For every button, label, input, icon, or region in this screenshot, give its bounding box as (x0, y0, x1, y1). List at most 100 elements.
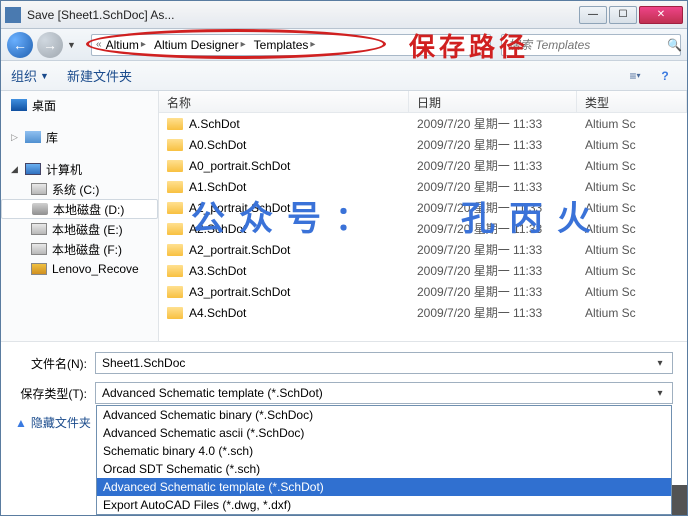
app-icon (5, 7, 21, 23)
file-name: A0_portrait.SchDot (189, 159, 290, 173)
sidebar-drive-recovery[interactable]: Lenovo_Recove (1, 259, 158, 279)
file-icon (167, 307, 183, 319)
table-row[interactable]: A0_portrait.SchDot 2009/7/20 星期一 11:33Alt… (159, 155, 687, 176)
sidebar-computer[interactable]: ◢计算机 (1, 159, 158, 179)
chevron-down-icon[interactable]: ▾ (652, 358, 668, 369)
table-row[interactable]: A3.SchDot 2009/7/20 星期一 11:33Altium Sc (159, 260, 687, 281)
file-icon (167, 286, 183, 298)
filetype-option[interactable]: Schematic binary 4.0 (*.sch) (97, 442, 671, 460)
file-date: 2009/7/20 星期一 11:33 (409, 178, 577, 195)
sidebar-drive-d[interactable]: 本地磁盘 (D:) (1, 199, 158, 219)
filetype-option[interactable]: Orcad SDT Schematic (*.sch) (97, 460, 671, 478)
file-type: Altium Sc (577, 117, 687, 131)
sidebar: 桌面 ▷库 ◢计算机 系统 (C:) 本地磁盘 (D:) 本地磁盘 (E:) 本… (1, 91, 159, 341)
table-row[interactable]: A3_portrait.SchDot2009/7/20 星期一 11:33Alt… (159, 281, 687, 302)
forward-button[interactable]: → (37, 32, 63, 58)
file-type: Altium Sc (577, 180, 687, 194)
chevron-up-icon: ▲ (15, 416, 27, 430)
filetype-combo[interactable]: Advanced Schematic template (*.SchDot) ▾… (95, 382, 673, 404)
filetype-option[interactable]: Advanced Schematic template (*.SchDot) (97, 478, 671, 496)
file-icon (167, 244, 183, 256)
sidebar-drive-e[interactable]: 本地磁盘 (E:) (1, 219, 158, 239)
close-button[interactable]: ✕ (639, 6, 683, 24)
toolbar: 组织 ▼ 新建文件夹 ≡ ▾ ? (1, 61, 687, 91)
history-dropdown[interactable]: ▼ (67, 40, 81, 50)
titlebar: Save [Sheet1.SchDoc] As... — ☐ ✕ (1, 1, 687, 29)
file-date: 2009/7/20 星期一 11:33 (409, 157, 577, 174)
file-name: A.SchDot (189, 117, 240, 131)
search-box[interactable]: 🔍 (501, 34, 681, 56)
file-date: 2009/7/20 星期一 11:33 (409, 136, 577, 153)
file-icon (167, 160, 183, 172)
sidebar-drive-f[interactable]: 本地磁盘 (F:) (1, 239, 158, 259)
file-icon (167, 202, 183, 214)
file-name: A4.SchDot (189, 306, 246, 320)
sidebar-drive-c[interactable]: 系统 (C:) (1, 179, 158, 199)
table-row[interactable]: A2_portrait.SchDot2009/7/20 星期一 11:33Alt… (159, 239, 687, 260)
file-name: A0.SchDot (189, 138, 246, 152)
breadcrumb[interactable]: « Altium▸ Altium Designer▸ Templates▸ (91, 34, 491, 56)
save-as-dialog: Save [Sheet1.SchDoc] As... — ☐ ✕ ← → ▼ «… (0, 0, 688, 516)
file-type: Altium Sc (577, 264, 687, 278)
file-name: A3_portrait.SchDot (189, 285, 290, 299)
desktop-icon (11, 99, 27, 111)
file-name: A1.SchDot (189, 180, 246, 194)
minimize-button[interactable]: — (579, 6, 607, 24)
filename-combo[interactable]: ▾ (95, 352, 673, 374)
back-button[interactable]: ← (7, 32, 33, 58)
organize-button[interactable]: 组织 ▼ (11, 66, 49, 85)
file-rows[interactable]: A.SchDot2009/7/20 星期一 11:33Altium ScA0.S… (159, 113, 687, 341)
breadcrumb-seg-1[interactable]: Altium▸ (102, 35, 150, 55)
file-name: A2_portrait.SchDot (189, 243, 290, 257)
file-date: 2009/7/20 星期一 11:33 (409, 304, 577, 321)
file-date: 2009/7/20 星期一 11:33 (409, 199, 577, 216)
search-icon: 🔍 (667, 38, 682, 52)
filetype-option[interactable]: Advanced Schematic binary (*.SchDoc) (97, 406, 671, 424)
bottom-panel: 文件名(N): ▾ 保存类型(T): Advanced Schematic te… (1, 341, 687, 439)
table-row[interactable]: A1_portrait.SchDot 2009/7/20 星期一 11:33Alt… (159, 197, 687, 218)
filetype-option[interactable]: Export AutoCAD Files (*.dwg, *.dxf) (97, 496, 671, 514)
table-row[interactable]: A2.SchDot 2009/7/20 星期一 11:33Altium Sc (159, 218, 687, 239)
breadcrumb-seg-2[interactable]: Altium Designer▸ (150, 35, 250, 55)
filename-input[interactable] (100, 355, 652, 371)
file-name: A1_portrait.SchDot (189, 201, 290, 215)
breadcrumb-seg-3[interactable]: Templates▸ (250, 35, 320, 55)
file-list: 名称 日期 类型 A.SchDot2009/7/20 星期一 11:33Alti… (159, 91, 687, 341)
body: 桌面 ▷库 ◢计算机 系统 (C:) 本地磁盘 (D:) 本地磁盘 (E:) 本… (1, 91, 687, 341)
file-type: Altium Sc (577, 201, 687, 215)
maximize-button[interactable]: ☐ (609, 6, 637, 24)
drive-icon (31, 183, 47, 195)
file-name: A3.SchDot (189, 264, 246, 278)
file-date: 2009/7/20 星期一 11:33 (409, 262, 577, 279)
navbar: ← → ▼ « Altium▸ Altium Designer▸ Templat… (1, 29, 687, 61)
table-row[interactable]: A1.SchDot 2009/7/20 星期一 11:33Altium Sc (159, 176, 687, 197)
list-header: 名称 日期 类型 (159, 91, 687, 113)
file-type: Altium Sc (577, 285, 687, 299)
drive-icon (31, 223, 47, 235)
file-type: Altium Sc (577, 138, 687, 152)
new-folder-button[interactable]: 新建文件夹 (67, 66, 132, 85)
column-name[interactable]: 名称 (159, 91, 409, 112)
file-type: Altium Sc (577, 243, 687, 257)
table-row[interactable]: A4.SchDot 2009/7/20 星期一 11:33Altium Sc (159, 302, 687, 323)
table-row[interactable]: A0.SchDot 2009/7/20 星期一 11:33Altium Sc (159, 134, 687, 155)
search-input[interactable] (506, 37, 667, 53)
table-row[interactable]: A.SchDot 2009/7/20 星期一 11:33Altium Sc (159, 113, 687, 134)
file-date: 2009/7/20 星期一 11:33 (409, 115, 577, 132)
file-type: Altium Sc (577, 306, 687, 320)
filetype-option[interactable]: Advanced Schematic ascii (*.SchDoc) (97, 424, 671, 442)
file-icon (167, 223, 183, 235)
column-date[interactable]: 日期 (409, 91, 577, 112)
file-name: A2.SchDot (189, 222, 246, 236)
sidebar-libraries[interactable]: ▷库 (1, 127, 158, 147)
file-type: Altium Sc (577, 222, 687, 236)
column-type[interactable]: 类型 (577, 91, 687, 112)
file-date: 2009/7/20 星期一 11:33 (409, 220, 577, 237)
chevron-down-icon[interactable]: ▾ (652, 388, 668, 399)
filename-label: 文件名(N): (15, 355, 95, 372)
view-button[interactable]: ≡ ▾ (623, 65, 647, 87)
file-icon (167, 118, 183, 130)
file-type: Altium Sc (577, 159, 687, 173)
help-button[interactable]: ? (653, 65, 677, 87)
sidebar-desktop[interactable]: 桌面 (1, 95, 158, 115)
